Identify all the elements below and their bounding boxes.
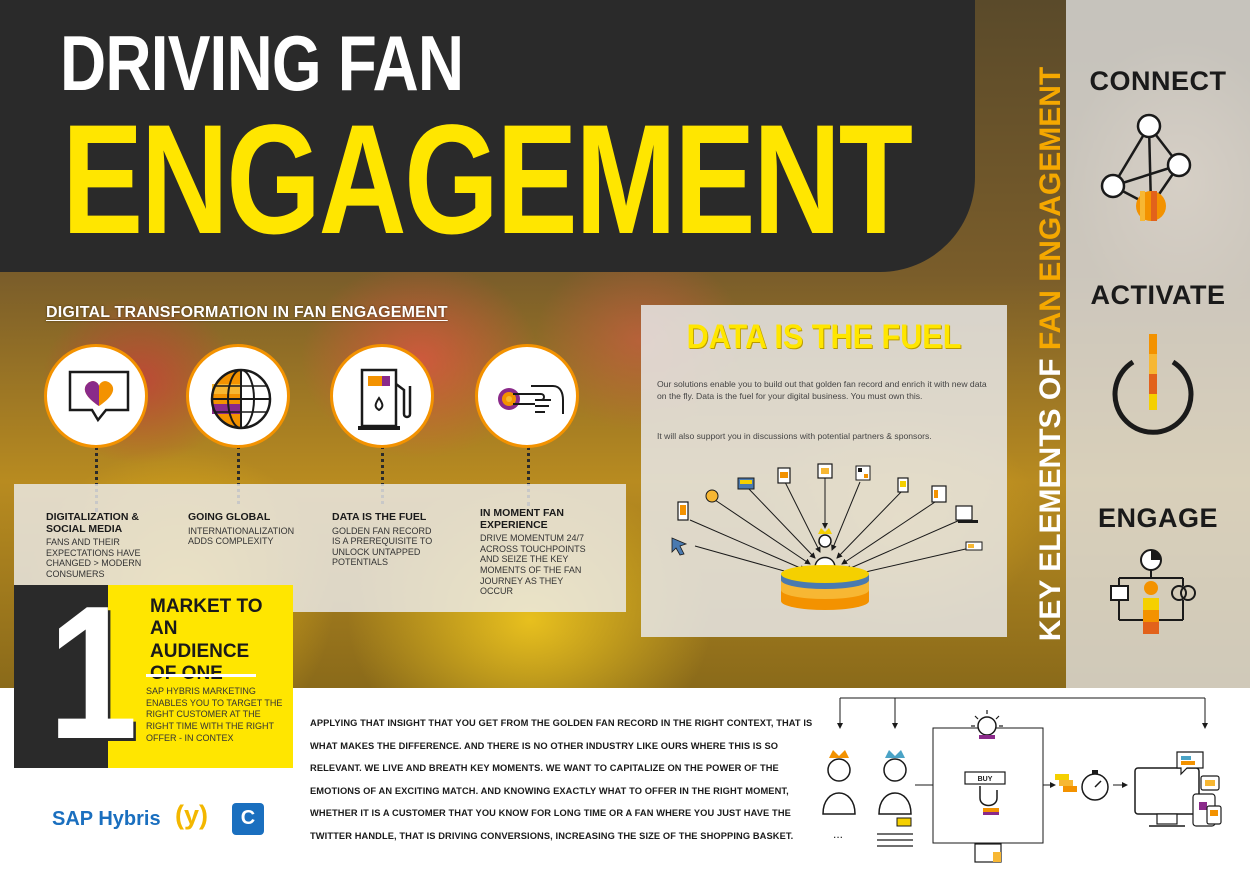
activate-label: ACTIVATE: [1090, 280, 1226, 310]
touch-button-icon: [498, 385, 564, 414]
engage-icon: [1110, 549, 1196, 634]
devices-icon: [1134, 751, 1222, 827]
customer-journey-diagram: ... BUY: [822, 697, 1222, 863]
vertical-title-yellow: FAN ENGAGEMENT: [1034, 66, 1067, 351]
sun-weather-icon: [971, 710, 1003, 739]
ellipsis-text: ...: [833, 827, 843, 841]
market-title: MARKET TO AN AUDIENCE OF ONE: [150, 596, 263, 684]
title-line1: DRIVING FAN: [60, 19, 464, 107]
social-media-circle: [44, 344, 148, 448]
market-text: SAP HYBRIS MARKETING ENABLES YOU TO TARG…: [146, 686, 283, 743]
fan-avatar-icon: [822, 750, 856, 815]
data-platform-icon: [781, 565, 869, 610]
data-fuel-title: DATA IS THE FUEL: [686, 318, 962, 356]
folder-icon: [974, 843, 1002, 863]
buy-button-icon: BUY: [964, 771, 1006, 815]
power-icon: [1112, 334, 1194, 435]
dt-item-title: DATA IS THE FUEL: [332, 511, 427, 523]
stopwatch-icon: [1055, 770, 1109, 801]
hybris-bracket-logo: (y): [175, 800, 208, 830]
data-fuel-paragraph: It will also support you in discussions …: [657, 431, 932, 441]
fuel-pump-icon: [358, 368, 412, 430]
dt-item-title: DIGITALIZATION & SOCIAL MEDIA: [46, 511, 139, 535]
data-sources-diagram: [671, 463, 983, 610]
dt-item-data: DATA IS THE FUEL GOLDEN FAN RECORD IS A …: [332, 511, 442, 568]
digital-transformation-title: DIGITAL TRANSFORMATION IN FAN ENGAGEMENT: [46, 304, 448, 321]
data-fuel-paragraph: Our solutions enable you to build out th…: [657, 379, 987, 402]
dt-item-title: IN MOMENT FAN EXPERIENCE: [480, 507, 564, 531]
dt-item-text: GOLDEN FAN RECORD IS A PREREQUISITE TO U…: [332, 525, 433, 568]
fan-avatar-icon: [877, 750, 913, 847]
sap-hybris-logo: SAP Hybris: [52, 808, 161, 830]
vertical-title-white: KEY ELEMENTS OF: [1034, 350, 1067, 642]
connect-icon: [1100, 113, 1192, 221]
globe-icon: [210, 368, 272, 430]
partner-logo: C: [232, 803, 264, 835]
heart-speech-bubble-icon: [68, 370, 130, 423]
data-fuel-circle: [330, 344, 434, 448]
dt-item-global: GOING GLOBAL INTERNATIONALIZATION ADDS C…: [188, 511, 308, 547]
market-number: 1: [48, 567, 138, 779]
title-line2: ENGAGEMENT: [62, 93, 913, 267]
buy-label: BUY: [978, 776, 993, 783]
connect-label: CONNECT: [1089, 66, 1227, 96]
dt-item-moment: IN MOMENT FAN EXPERIENCE DRIVE MOMENTUM …: [480, 507, 595, 597]
bottom-paragraph: APPLYING THAT INSIGHT THAT YOU GET FROM …: [310, 718, 813, 841]
market-divider: [146, 674, 256, 677]
dt-item-title: GOING GLOBAL: [188, 511, 271, 523]
vertical-title: KEY ELEMENTS OF FAN ENGAGEMENT: [1033, 24, 1069, 684]
dt-item-text: DRIVE MOMENTUM 24/7 ACROSS TOUCHPOINTS A…: [480, 533, 586, 597]
engage-label: ENGAGE: [1097, 503, 1219, 533]
dt-item-text: INTERNATIONALIZATION ADDS COMPLEXITY: [188, 525, 295, 547]
going-global-circle: [186, 344, 290, 448]
in-moment-circle: [475, 344, 579, 448]
